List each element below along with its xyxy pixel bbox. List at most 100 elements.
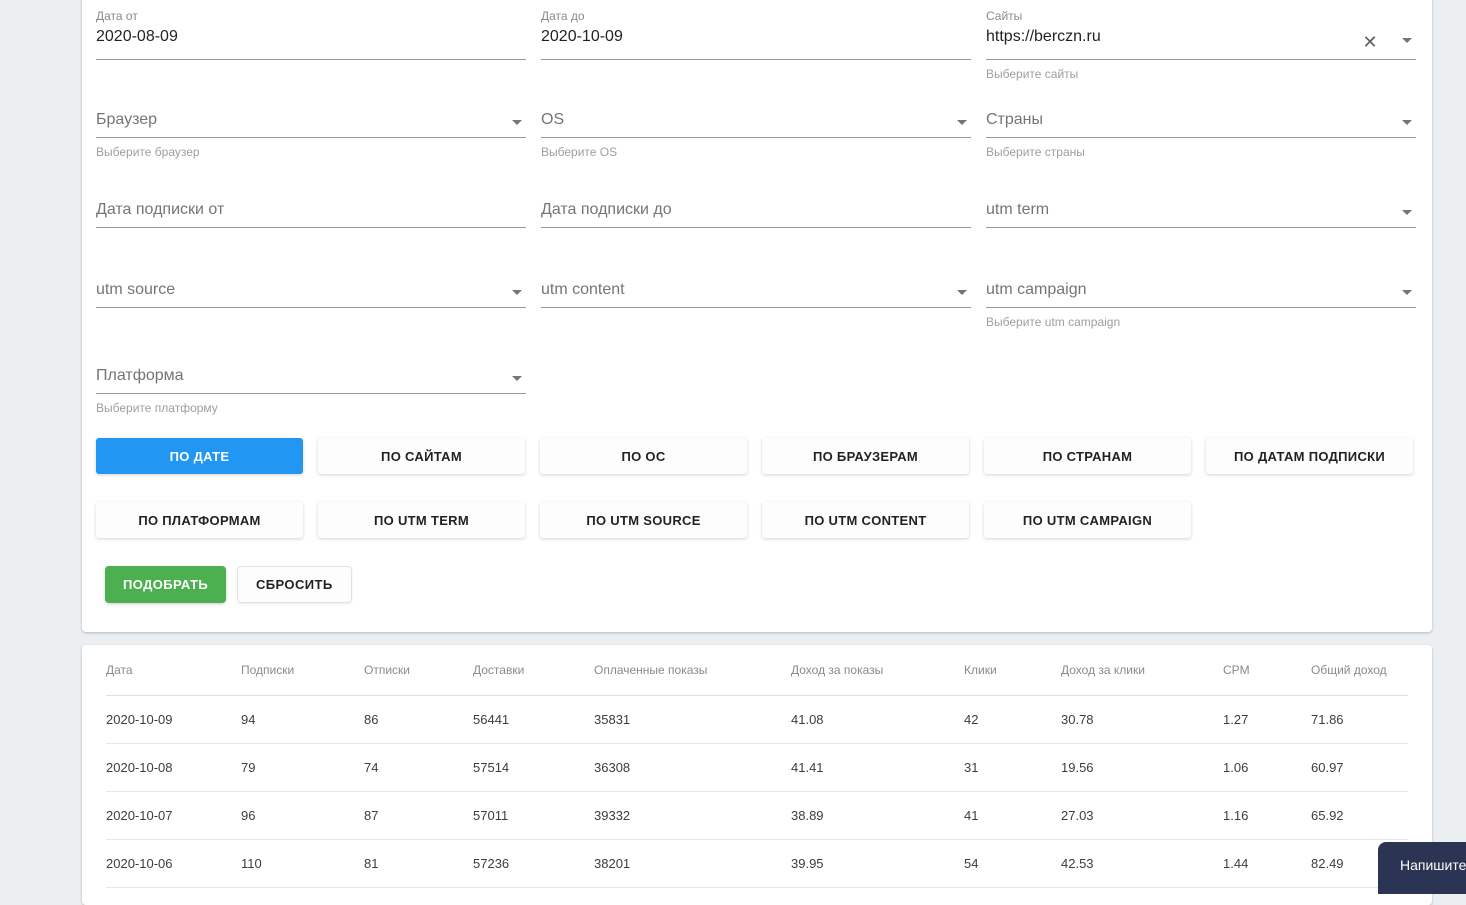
date-from-field: Дата от 2020-08-09 xyxy=(96,8,526,60)
sites-hint: Выберите сайты xyxy=(986,67,1079,81)
chat-widget-button[interactable]: Напишите н xyxy=(1378,842,1466,894)
tab-by-utm-campaign[interactable]: ПО UTM CAMPAIGN xyxy=(984,502,1191,538)
chevron-down-icon[interactable] xyxy=(512,289,522,295)
analytics-dashboard: { "colors": { "accent_blue": "#2196f3", … xyxy=(0,0,1466,905)
tab-by-browsers[interactable]: ПО БРАУЗЕРАМ xyxy=(762,438,969,474)
countries-hint: Выберите страны xyxy=(986,145,1085,159)
date-to-field: Дата до 2020-10-09 xyxy=(541,8,971,60)
cell: 36308 xyxy=(594,743,791,792)
countries-field: Страны Выберите страны xyxy=(986,110,1416,160)
sites-select[interactable]: https://berczn.ru ✕ xyxy=(986,24,1416,60)
cell: 57236 xyxy=(473,839,594,888)
col-header-click-revenue: Доход за клики xyxy=(1061,645,1223,696)
tab-by-utm-term[interactable]: ПО UTM TERM xyxy=(318,502,525,538)
sub-date-to-input[interactable]: Дата подписки до xyxy=(541,200,971,228)
browser-field: Браузер Выберите браузер xyxy=(96,110,526,160)
cell: 1.16 xyxy=(1223,791,1311,840)
sites-field: Сайты https://berczn.ru ✕ Выберите сайты xyxy=(986,8,1416,82)
col-header-paid-impressions: Оплаченные показы xyxy=(594,645,791,696)
table-row: 2020-10-06 110 81 57236 38201 39.95 54 4… xyxy=(106,839,1408,888)
platform-select[interactable]: Платформа xyxy=(96,366,526,394)
col-header-cpm: CPM xyxy=(1223,645,1311,696)
submit-button[interactable]: ПОДОБРАТЬ xyxy=(105,566,227,603)
col-header-impression-revenue: Доход за показы xyxy=(791,645,964,696)
col-header-clicks: Клики xyxy=(964,645,1061,696)
stats-table: Дата Подписки Отписки Доставки Оплаченны… xyxy=(106,645,1408,888)
chevron-down-icon[interactable] xyxy=(957,289,967,295)
tab-by-utm-content[interactable]: ПО UTM CONTENT xyxy=(762,502,969,538)
chevron-down-icon[interactable] xyxy=(1402,119,1412,125)
utm-source-field: utm source xyxy=(96,280,526,308)
table-row: 2020-10-09 94 86 56441 35831 41.08 42 30… xyxy=(106,695,1408,744)
date-to-input[interactable]: 2020-10-09 xyxy=(541,24,971,60)
table-header-row: Дата Подписки Отписки Доставки Оплаченны… xyxy=(106,645,1408,696)
browser-select[interactable]: Браузер xyxy=(96,110,526,138)
tab-by-sub-dates[interactable]: ПО ДАТАМ ПОДПИСКИ xyxy=(1206,438,1413,474)
chevron-down-icon[interactable] xyxy=(1402,209,1412,215)
clear-icon[interactable]: ✕ xyxy=(1358,30,1382,54)
chevron-down-icon[interactable] xyxy=(512,119,522,125)
chevron-down-icon[interactable] xyxy=(512,375,522,381)
reset-button[interactable]: СБРОСИТЬ xyxy=(237,566,352,603)
os-hint: Выберите OS xyxy=(541,145,618,159)
chevron-down-icon[interactable] xyxy=(957,119,967,125)
cell: 38.89 xyxy=(791,791,964,840)
col-header-deliveries: Доставки xyxy=(473,645,594,696)
cell: 42 xyxy=(964,695,1061,744)
cell: 2020-10-06 xyxy=(106,839,241,888)
col-header-date: Дата xyxy=(106,645,241,696)
cell: 2020-10-09 xyxy=(106,695,241,744)
cell: 39.95 xyxy=(791,839,964,888)
tab-by-sites[interactable]: ПО САЙТАМ xyxy=(318,438,525,474)
utm-campaign-select[interactable]: utm campaign xyxy=(986,280,1416,308)
sub-date-from-field: Дата подписки от xyxy=(96,200,526,228)
col-header-unsubscriptions: Отписки xyxy=(364,645,473,696)
tab-by-platforms[interactable]: ПО ПЛАТФОРМАМ xyxy=(96,502,303,538)
cell: 2020-10-08 xyxy=(106,743,241,792)
tab-by-date[interactable]: ПО ДАТЕ xyxy=(96,438,303,474)
cell: 57514 xyxy=(473,743,594,792)
cell: 110 xyxy=(241,839,364,888)
utm-campaign-hint: Выберите utm campaign xyxy=(986,315,1121,329)
utm-content-field: utm content xyxy=(541,280,971,308)
cell: 79 xyxy=(241,743,364,792)
cell: 39332 xyxy=(594,791,791,840)
utm-source-select[interactable]: utm source xyxy=(96,280,526,308)
tab-by-countries[interactable]: ПО СТРАНАМ xyxy=(984,438,1191,474)
sub-date-from-input[interactable]: Дата подписки от xyxy=(96,200,526,228)
table-row: 2020-10-07 96 87 57011 39332 38.89 41 27… xyxy=(106,791,1408,840)
os-select[interactable]: OS xyxy=(541,110,971,138)
tab-by-os[interactable]: ПО ОС xyxy=(540,438,747,474)
cell: 31 xyxy=(964,743,1061,792)
os-field: OS Выберите OS xyxy=(541,110,971,160)
stats-table-card: Дата Подписки Отписки Доставки Оплаченны… xyxy=(82,645,1432,905)
group-tabs-row2: ПО ПЛАТФОРМАМ ПО UTM TERM ПО UTM SOURCE … xyxy=(96,502,1191,538)
cell: 1.06 xyxy=(1223,743,1311,792)
chevron-down-icon[interactable] xyxy=(1402,37,1412,43)
countries-select[interactable]: Страны xyxy=(986,110,1416,138)
date-from-label: Дата от xyxy=(96,9,138,23)
date-to-label: Дата до xyxy=(541,9,585,23)
platform-field: Платформа Выберите платформу xyxy=(96,366,526,416)
cell: 42.53 xyxy=(1061,839,1223,888)
platform-hint: Выберите платформу xyxy=(96,401,218,415)
cell: 65.92 xyxy=(1311,791,1408,840)
cell: 27.03 xyxy=(1061,791,1223,840)
chevron-down-icon[interactable] xyxy=(1402,289,1412,295)
col-header-subscriptions: Подписки xyxy=(241,645,364,696)
sites-label: Сайты xyxy=(986,9,1023,23)
utm-term-select[interactable]: utm term xyxy=(986,200,1416,228)
cell: 60.97 xyxy=(1311,743,1408,792)
cell: 81 xyxy=(364,839,473,888)
tab-by-utm-source[interactable]: ПО UTM SOURCE xyxy=(540,502,747,538)
cell: 30.78 xyxy=(1061,695,1223,744)
cell: 87 xyxy=(364,791,473,840)
utm-content-select[interactable]: utm content xyxy=(541,280,971,308)
cell: 41 xyxy=(964,791,1061,840)
cell: 35831 xyxy=(594,695,791,744)
cell: 19.56 xyxy=(1061,743,1223,792)
date-from-input[interactable]: 2020-08-09 xyxy=(96,24,526,60)
cell: 96 xyxy=(241,791,364,840)
filters-card: Дата от 2020-08-09 Дата до 2020-10-09 Са… xyxy=(82,0,1432,632)
group-tabs-row1: ПО ДАТЕ ПО САЙТАМ ПО ОС ПО БРАУЗЕРАМ ПО … xyxy=(96,438,1413,474)
